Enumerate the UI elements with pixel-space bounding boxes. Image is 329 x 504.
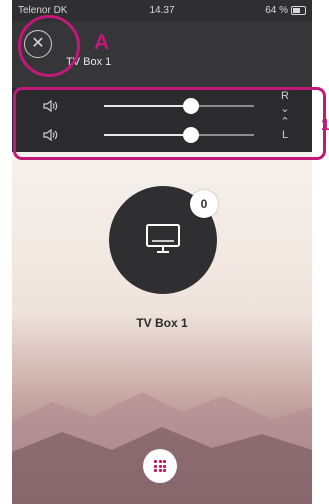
grid-icon (154, 460, 166, 472)
main-area: 0 TV Box 1 (12, 152, 312, 504)
battery-icon (291, 6, 306, 15)
menu-button[interactable] (143, 449, 177, 483)
mountain-background (12, 392, 312, 504)
annotation-1-box (13, 87, 326, 160)
annotation-1-label: 1 (321, 117, 329, 134)
battery-percent: 64 % (265, 5, 288, 16)
count-badge: 0 (190, 190, 218, 218)
annotation-a-circle (18, 15, 80, 77)
device-name: TV Box 1 (136, 316, 188, 330)
tv-icon (146, 224, 180, 253)
annotation-a-label: A (94, 31, 110, 54)
